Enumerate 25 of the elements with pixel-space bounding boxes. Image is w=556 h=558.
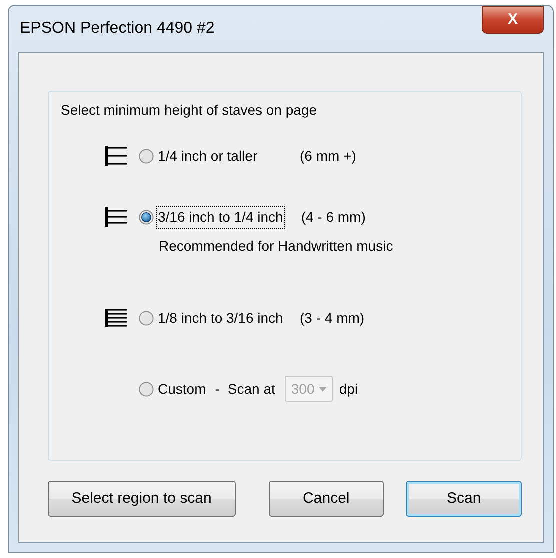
radio-button[interactable] [139,210,154,224]
staff-lines-icon [105,146,127,166]
staff-lines-icon [105,308,127,328]
dialog-button[interactable]: Select region to scan [48,481,236,517]
option-label[interactable]: Custom [157,378,208,400]
caret-icon [319,386,328,392]
scan-at-label: Scan at [228,380,276,398]
size-label: (4 - 6 mm) [301,208,366,227]
radio-button[interactable] [139,382,154,396]
size-label: (3 - 4 mm) [300,308,365,328]
option-label[interactable]: 1/4 inch or taller [157,146,300,166]
unit-label: dpi [339,380,358,399]
separator-label: - [215,380,220,398]
group-caption: Select minimum height of staves on page [61,101,318,120]
radio-button[interactable] [139,310,154,326]
option-label[interactable]: 3/16 inch to 1/4 inch [157,206,284,228]
radio-button[interactable] [139,148,154,164]
staff-lines-icon [105,207,127,227]
size-label: (6 mm +) [300,146,356,166]
dialog-button[interactable]: Scan [406,481,522,517]
recommendation-note: Recommended for Handwritten music [159,237,394,256]
dialog-button[interactable]: Cancel [268,481,384,517]
close-button[interactable]: X [482,6,544,34]
option-label[interactable]: 1/8 inch to 3/16 inch [157,308,300,328]
window-title: EPSON Perfection 4490 #2 [20,19,215,39]
